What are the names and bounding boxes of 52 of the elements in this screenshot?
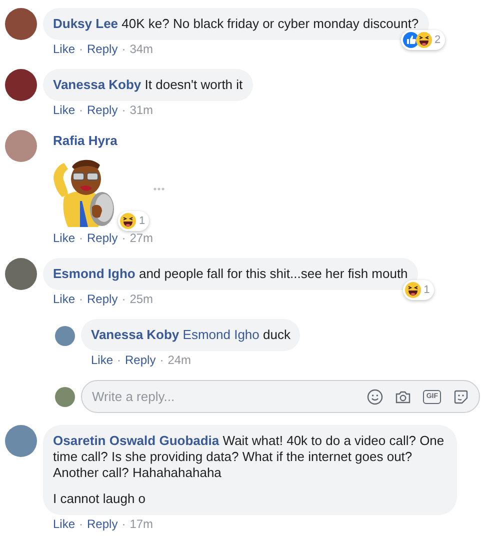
author-link[interactable]: Duksy Lee: [53, 16, 118, 31]
comment-text: I cannot laugh o: [53, 491, 147, 507]
separator-dot: ·: [79, 102, 84, 118]
reply-link[interactable]: Reply: [87, 230, 118, 246]
smiley-icon[interactable]: [367, 388, 384, 404]
timestamp: 34m: [130, 41, 154, 57]
separator-dot: ·: [79, 291, 84, 307]
avatar[interactable]: [5, 8, 37, 40]
mention-link[interactable]: Esmond Igho: [182, 327, 260, 342]
reaction-count: 1: [139, 214, 146, 229]
timestamp: 25m: [130, 291, 154, 307]
like-link[interactable]: Like: [53, 516, 76, 532]
timestamp: 27m: [130, 230, 154, 246]
author-link[interactable]: Osaretin Oswald Guobadia: [53, 433, 220, 448]
timestamp: 24m: [168, 352, 192, 368]
separator-dot: ·: [122, 516, 126, 532]
separator-dot: ·: [117, 352, 122, 368]
comment-text: Esmond Igho and people fall for this shit...see her fish mouth: [53, 266, 408, 282]
author-link[interactable]: Esmond Igho: [53, 266, 136, 281]
comment-text: Duksy Lee 40K ke? No black friday or cyber monday discount?: [53, 16, 419, 32]
timestamp: 17m: [130, 516, 154, 532]
reaction-count: 2: [434, 33, 441, 48]
like-link[interactable]: Like: [91, 352, 114, 368]
reaction-count: 1: [424, 283, 430, 298]
timestamp: 31m: [130, 102, 154, 118]
like-link[interactable]: Like: [53, 41, 76, 57]
separator-dot: ·: [122, 230, 126, 246]
separator-dot: ·: [79, 230, 84, 246]
like-link[interactable]: Like: [53, 291, 76, 307]
separator-dot: ·: [122, 291, 126, 307]
separator-dot: ·: [79, 516, 84, 532]
sticker-icon[interactable]: [453, 388, 469, 404]
like-link[interactable]: Like: [53, 102, 76, 118]
separator-dot: ·: [79, 41, 84, 57]
comment-text: Vanessa Koby It doesn't worth it: [53, 77, 243, 93]
reply-link[interactable]: Reply: [125, 352, 156, 368]
separator-dot: ·: [160, 352, 164, 368]
like-link[interactable]: Like: [53, 230, 76, 246]
comment-text: Vanessa Koby Esmond Igho duck: [91, 327, 290, 343]
reply-link[interactable]: Reply: [87, 102, 118, 118]
author-link[interactable]: Vanessa Koby: [53, 77, 142, 92]
author-link[interactable]: Rafia Hyra: [53, 133, 118, 149]
author-link[interactable]: Vanessa Koby: [91, 327, 180, 342]
comment-text: Osaretin Oswald Guobadia Wait what! 40k to do a video call? One time call? Is she providing data? What if the internet goes out? Another call? Hahahahahaha: [53, 433, 446, 481]
avatar[interactable]: [5, 258, 37, 290]
camera-icon[interactable]: [395, 388, 412, 404]
avatar[interactable]: [5, 69, 37, 101]
separator-dot: ·: [122, 41, 126, 57]
reply-link[interactable]: Reply: [87, 291, 118, 307]
separator-dot: ·: [122, 102, 126, 118]
reply-link[interactable]: Reply: [87, 516, 118, 532]
reply-link[interactable]: Reply: [87, 41, 118, 57]
